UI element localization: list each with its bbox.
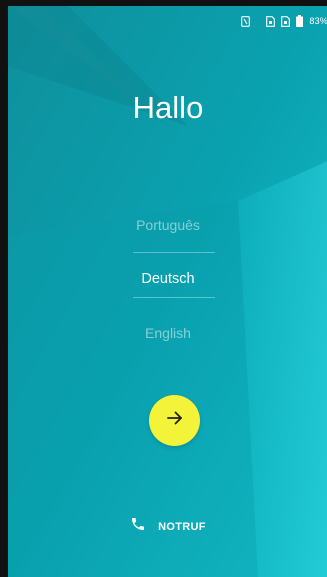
nfc-icon xyxy=(241,15,251,27)
emergency-call-label: NOTRUF xyxy=(158,520,206,533)
battery-icon xyxy=(296,15,304,27)
language-picker[interactable]: Português Deutsch English xyxy=(8,198,327,360)
language-option-portuguese[interactable]: Português xyxy=(8,198,327,252)
language-option-english[interactable]: English xyxy=(8,306,327,360)
sim-card-icon xyxy=(281,15,291,27)
arrow-right-icon xyxy=(166,411,183,430)
phone-icon xyxy=(130,516,146,537)
device-frame: 83% Hallo Português Deutsch English NOTR… xyxy=(0,0,327,577)
picker-divider-bottom xyxy=(133,297,215,298)
emergency-call-button[interactable]: NOTRUF xyxy=(8,516,327,537)
setup-welcome-screen: 83% Hallo Português Deutsch English NOTR… xyxy=(8,6,327,577)
sim-card-icon xyxy=(266,15,276,27)
welcome-title: Hallo xyxy=(132,90,204,125)
picker-divider-top xyxy=(133,252,215,253)
battery-percentage: 83% xyxy=(309,16,327,26)
status-bar: 83% xyxy=(241,12,327,30)
next-button[interactable] xyxy=(149,395,200,446)
